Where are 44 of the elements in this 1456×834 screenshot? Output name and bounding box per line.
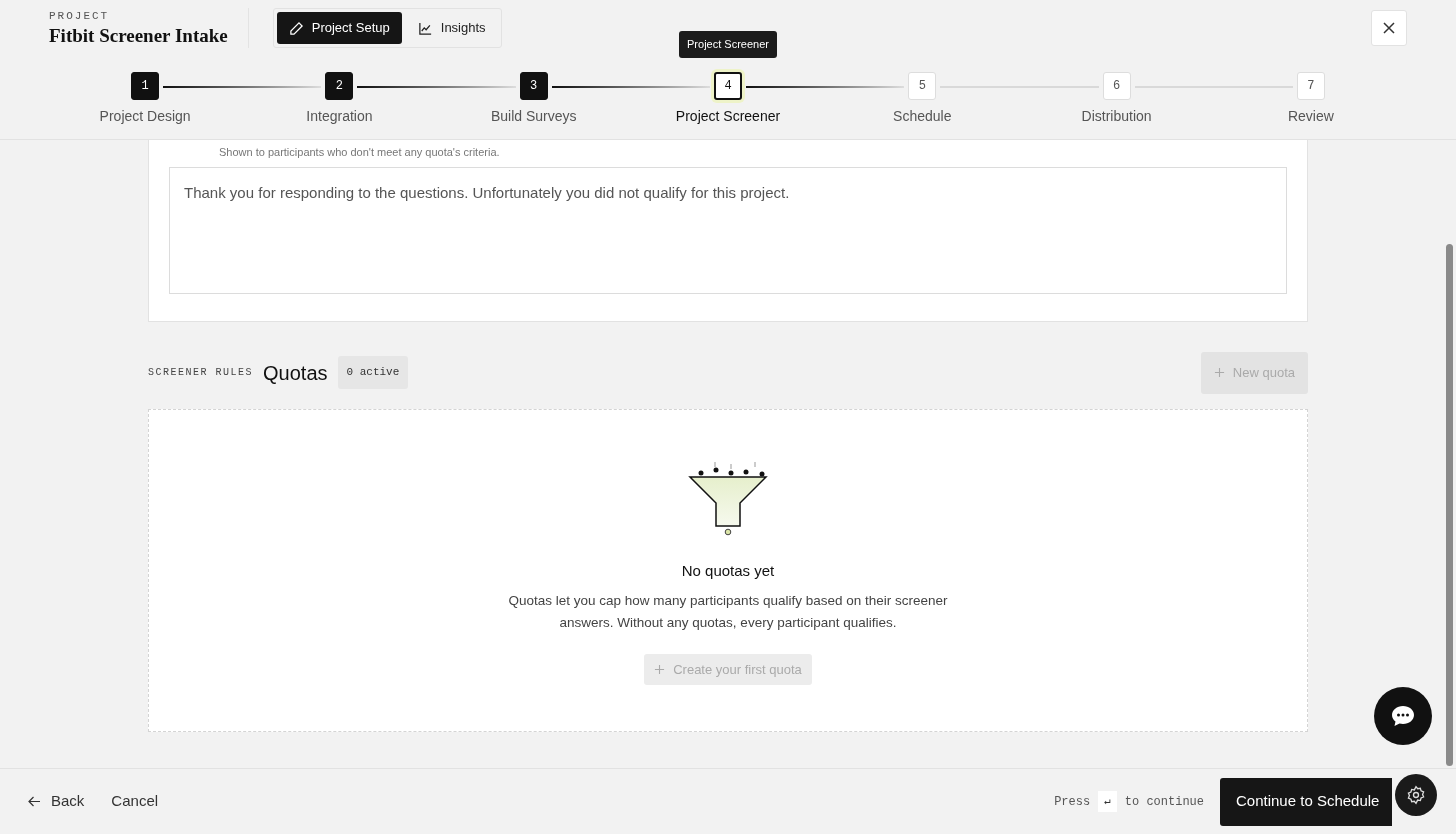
empty-title: No quotas yet — [681, 560, 775, 581]
field-hint: Shown to participants who don't meet any quota's criteria. — [218, 145, 501, 160]
step-label: Schedule — [893, 107, 952, 126]
step-label: Review — [1287, 107, 1334, 126]
message-field[interactable]: Thank you for responding to the questions. Unfortunately you did not qualify for this project. — [169, 166, 1287, 294]
chat-button[interactable] — [1374, 687, 1432, 745]
project-eyebrow: PROJECT — [49, 8, 111, 24]
chat-bubble-icon — [1390, 704, 1416, 728]
step-number[interactable]: 1 — [131, 72, 160, 100]
plus-icon — [654, 664, 666, 675]
scrollbar-thumb[interactable] — [1446, 244, 1453, 766]
continue-button[interactable]: Continue to Schedule — [1220, 777, 1392, 826]
mode-tab[interactable]: Insights — [405, 12, 498, 44]
step-number[interactable]: 2 — [325, 72, 354, 100]
step-number[interactable]: 7 — [1296, 72, 1325, 100]
enter-key: ↵ — [1098, 791, 1117, 812]
step-label: Integration — [306, 107, 373, 126]
hint-text: to continue — [1124, 793, 1204, 811]
step-number[interactable]: 5 — [908, 72, 937, 100]
project-title: Fitbit Screener Intake — [49, 24, 228, 49]
step-number[interactable]: 3 — [519, 72, 548, 100]
tooltip: Project Screener — [679, 31, 777, 58]
line-chart-icon — [417, 20, 433, 36]
empty-description: Quotas let you cap how many participants qualify based on their screener answers. Without any quotas, every participant qualifies. — [508, 592, 948, 632]
section-eyebrow: SCREENER RULES — [148, 366, 253, 380]
step-number[interactable]: 6 — [1102, 72, 1131, 100]
cancel-link[interactable]: Cancel — [111, 790, 159, 813]
hint-text: Press — [1054, 793, 1091, 811]
back-link[interactable]: Back — [28, 790, 85, 813]
step-label: Distribution — [1081, 107, 1152, 126]
close-button[interactable] — [1371, 10, 1407, 46]
mode-tab[interactable]: Project Setup — [276, 12, 402, 44]
step-label: Build Surveys — [490, 107, 577, 126]
settings-icon — [1406, 785, 1426, 805]
settings-button[interactable] — [1395, 774, 1437, 816]
arrow-left-icon — [28, 796, 41, 807]
step-label: Project Design — [99, 107, 191, 126]
step-number[interactable]: 4 — [714, 72, 742, 100]
plus-icon — [1213, 367, 1225, 378]
pencil-icon — [288, 20, 304, 36]
close-icon — [1382, 21, 1396, 35]
section-title: Quotas — [263, 360, 328, 386]
step-label: Project Screener — [675, 107, 781, 126]
count-badge: 0 active — [337, 356, 409, 389]
